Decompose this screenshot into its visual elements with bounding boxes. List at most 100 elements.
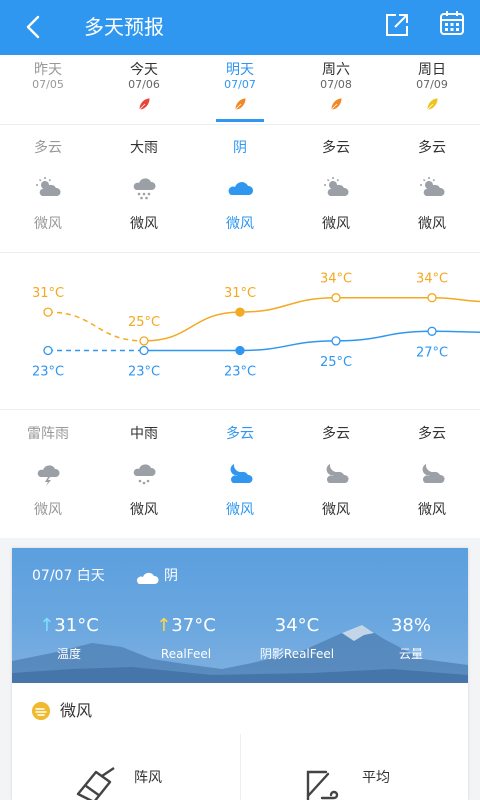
high-temp-label: 34°C xyxy=(320,272,352,287)
stat-value: 34°C xyxy=(274,615,320,636)
up-arrow-icon: ↑ xyxy=(39,615,55,636)
cloudy-night-icon xyxy=(230,464,253,483)
wind-label: 微风 xyxy=(322,216,350,232)
share-icon[interactable] xyxy=(382,10,412,40)
condition-label: 多云 xyxy=(226,426,254,442)
nighttime-weather-row: 雷阵雨 微风 中雨 微风 多云 微风 多云 微风 多云 微风 xyxy=(0,424,480,528)
wind-icon xyxy=(32,702,50,720)
condition-label: 阴 xyxy=(233,140,247,156)
day-name: 周六 xyxy=(322,62,350,78)
tab-day-2[interactable]: 今天 07/06 xyxy=(96,55,192,125)
tab-day-1[interactable]: 昨天 07/05 xyxy=(0,55,96,125)
wind-title: 微风 xyxy=(60,701,93,720)
stat-label: 阴影RealFeel xyxy=(259,647,335,661)
daytime-weather-row: 多云 微风 大雨 微风 阴 微风 多云 微风 多云 微风 xyxy=(0,138,480,242)
low-temp-label: 27°C xyxy=(416,345,448,360)
partly-cloudy-icon xyxy=(324,177,349,196)
low-temp-label: 23°C xyxy=(128,365,160,380)
low-temp-point xyxy=(139,345,149,356)
low-temp-label: 23°C xyxy=(32,365,64,380)
overcast-icon xyxy=(136,572,159,584)
stat-realfeel: ↑37°C RealFeel xyxy=(146,614,226,664)
moderate-rain-icon xyxy=(133,464,156,485)
nighttime-cell[interactable]: 多云 微风 xyxy=(192,424,288,520)
condition-label: 雷阵雨 xyxy=(27,426,69,442)
high-temp-point xyxy=(427,293,437,303)
nighttime-cell[interactable]: 多云 微风 xyxy=(384,424,480,520)
leaf-icon xyxy=(426,97,439,111)
daytime-cell[interactable]: 阴 微风 xyxy=(192,138,288,234)
condition-label: 多云 xyxy=(322,426,350,442)
wind-label: 微风 xyxy=(418,502,446,518)
nighttime-cell[interactable]: 雷阵雨 微风 xyxy=(0,424,96,520)
day-name: 明天 xyxy=(226,62,254,78)
active-tab-indicator xyxy=(216,119,264,122)
gust-label: 阵风 xyxy=(134,770,162,786)
stat-value: ↑37°C xyxy=(156,615,216,636)
average-wind-icon xyxy=(306,770,339,800)
stat-value: 38% xyxy=(390,615,431,636)
low-temp-point xyxy=(427,326,437,336)
divider xyxy=(240,734,241,800)
high-temp-label: 25°C xyxy=(128,315,160,330)
day-name: 昨天 xyxy=(34,62,62,78)
daytime-cell[interactable]: 多云 微风 xyxy=(0,138,96,234)
tab-day-3[interactable]: 明天 07/07 xyxy=(192,55,288,125)
day-detail-card: 07/07 白天 阴 ↑31°C 温度 ↑37°C RealFeel 34°C … xyxy=(12,548,468,800)
day-tabs: 昨天 07/05 今天 07/06 明天 07/07 周六 07/08 周日 0… xyxy=(0,55,480,125)
page-title: 多天预报 xyxy=(84,15,164,39)
high-temp-label: 34°C xyxy=(416,272,448,287)
day-date: 07/08 xyxy=(320,78,352,91)
back-arrow-icon[interactable] xyxy=(18,10,52,44)
high-temp-point xyxy=(139,336,149,346)
condition-label: 多云 xyxy=(34,140,62,156)
high-temp-point xyxy=(43,307,53,317)
leaf-icon xyxy=(138,97,151,111)
heavy-rain-icon xyxy=(133,178,156,200)
high-temp-label: 31°C xyxy=(32,286,64,301)
low-temp-point xyxy=(235,345,245,356)
daytime-cell[interactable]: 多云 微风 xyxy=(288,138,384,234)
wind-label: 微风 xyxy=(130,502,158,518)
stat-label: 温度 xyxy=(56,647,81,661)
nighttime-cell[interactable]: 多云 微风 xyxy=(288,424,384,520)
stat-label: RealFeel xyxy=(160,647,212,661)
daytime-cell[interactable]: 大雨 微风 xyxy=(96,138,192,234)
tab-day-5[interactable]: 周日 07/09 xyxy=(384,55,480,125)
detail-condition: 阴 xyxy=(164,568,178,584)
high-temp-point xyxy=(331,293,341,303)
high-temp-point xyxy=(235,307,245,317)
overcast-icon xyxy=(228,182,254,195)
day-date: 07/09 xyxy=(416,78,448,91)
nighttime-cell[interactable]: 中雨 微风 xyxy=(96,424,192,520)
stat-value: ↑31°C xyxy=(39,615,99,636)
partly-cloudy-icon xyxy=(36,177,61,196)
wind-label: 微风 xyxy=(322,502,350,518)
low-temp-point xyxy=(331,336,341,346)
calendar-icon[interactable] xyxy=(438,9,466,37)
condition-label: 多云 xyxy=(418,426,446,442)
wind-label: 微风 xyxy=(34,502,62,518)
low-temp-label: 23°C xyxy=(224,365,256,380)
partly-cloudy-icon xyxy=(420,177,445,196)
temperature-chart: 31°C 25°C 31°C 34°C 34°C 23°C 23°C 23°C 25°C 27°C xyxy=(32,272,480,380)
tab-day-4[interactable]: 周六 07/08 xyxy=(288,55,384,125)
day-date: 07/06 xyxy=(128,78,160,91)
day-name: 周日 xyxy=(418,62,446,78)
cloudy-night-icon xyxy=(422,464,445,483)
condition-label: 大雨 xyxy=(130,140,158,156)
leaf-icon xyxy=(330,97,343,111)
app-header: 多天预报 xyxy=(0,0,480,55)
condition-label: 多云 xyxy=(322,140,350,156)
wind-label: 微风 xyxy=(226,502,254,518)
day-date: 07/05 xyxy=(32,78,64,91)
thunderstorm-icon xyxy=(37,465,60,486)
wind-label: 微风 xyxy=(130,216,158,232)
leaf-icon xyxy=(234,97,247,111)
detail-date-period: 07/07 白天 xyxy=(32,568,105,584)
high-temp-label: 31°C xyxy=(224,286,256,301)
daytime-cell[interactable]: 多云 微风 xyxy=(384,138,480,234)
stat-shade-realfeel: 34°C 阴影RealFeel xyxy=(252,614,342,664)
average-label: 平均 xyxy=(362,770,390,786)
low-temp-label: 25°C xyxy=(320,355,352,370)
